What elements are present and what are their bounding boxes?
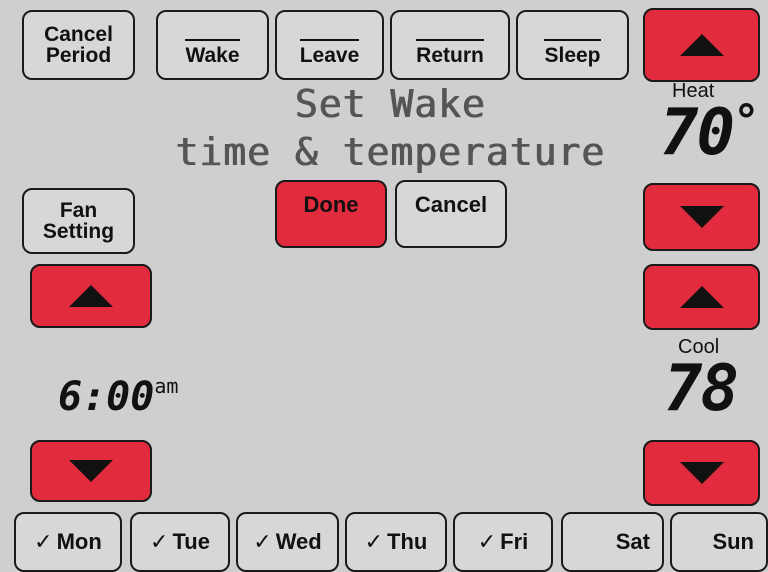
fan-setting-button[interactable]: Fan Setting (22, 188, 135, 254)
time-value: 6:00 (58, 374, 155, 420)
check-icon: ✓ (253, 529, 272, 554)
leave-label: Leave (299, 38, 360, 66)
leave-period-button[interactable]: Leave (275, 10, 384, 80)
done-label: Done (303, 192, 359, 217)
up-arrow-icon (679, 286, 724, 308)
cancel-period-label-1: Cancel (44, 23, 113, 46)
day-label: Fri (500, 529, 529, 554)
heat-setpoint-value: 70 (660, 96, 735, 170)
down-arrow-icon (69, 460, 113, 482)
return-period-button[interactable]: Return (390, 10, 510, 80)
cool-up-button[interactable] (643, 264, 760, 330)
day-label: Mon (56, 529, 102, 554)
day-label: Tue (172, 529, 210, 554)
return-label: Return (416, 38, 484, 66)
cool-setpoint-value: 78 (664, 352, 739, 426)
heat-up-button[interactable] (643, 8, 760, 82)
day-label: Thu (387, 529, 428, 554)
degree-symbol: ° (733, 96, 759, 147)
cool-down-button[interactable] (643, 440, 760, 506)
up-arrow-icon (69, 285, 113, 307)
check-icon: ✓ (477, 529, 497, 554)
day-label: Wed (275, 529, 322, 554)
cancel-label: Cancel (414, 192, 488, 217)
message-line-2: time & temperature (175, 130, 605, 174)
day-button-thu[interactable]: ✓ Thu (345, 512, 447, 572)
day-button-tue[interactable]: ✓ Tue (130, 512, 230, 572)
day-label: Sun (712, 529, 754, 554)
time-up-button[interactable] (30, 264, 152, 328)
schedule-time: 6:00am (58, 374, 178, 420)
wake-label: Wake (185, 38, 240, 66)
time-down-button[interactable] (30, 440, 152, 502)
cancel-period-button[interactable]: Cancel Period (22, 10, 135, 80)
up-arrow-icon (679, 34, 724, 56)
fan-setting-label-1: Fan (59, 199, 98, 222)
cancel-button[interactable]: Cancel (395, 180, 507, 248)
done-button[interactable]: Done (275, 180, 387, 248)
day-button-sat[interactable]: Sat (561, 512, 664, 572)
check-icon: ✓ (34, 529, 53, 554)
sleep-period-button[interactable]: Sleep (516, 10, 629, 80)
heat-setpoint: 70° (660, 96, 760, 170)
day-button-wed[interactable]: ✓ Wed (236, 512, 339, 572)
down-arrow-icon (679, 462, 724, 484)
wake-period-button[interactable]: Wake (156, 10, 269, 80)
fan-setting-label-2: Setting (42, 220, 115, 243)
down-arrow-icon (679, 206, 724, 228)
day-button-mon[interactable]: ✓ Mon (14, 512, 122, 572)
day-button-sun[interactable]: Sun (670, 512, 768, 572)
sleep-label: Sleep (544, 38, 601, 66)
check-icon: ✓ (150, 529, 169, 554)
check-icon: ✓ (364, 529, 384, 554)
cancel-period-label-2: Period (45, 44, 112, 67)
time-ampm: am (154, 374, 179, 398)
day-label: Sat (615, 529, 650, 554)
message-line-1: Set Wake (294, 82, 486, 126)
heat-down-button[interactable] (643, 183, 760, 251)
day-button-fri[interactable]: ✓ Fri (453, 512, 553, 572)
